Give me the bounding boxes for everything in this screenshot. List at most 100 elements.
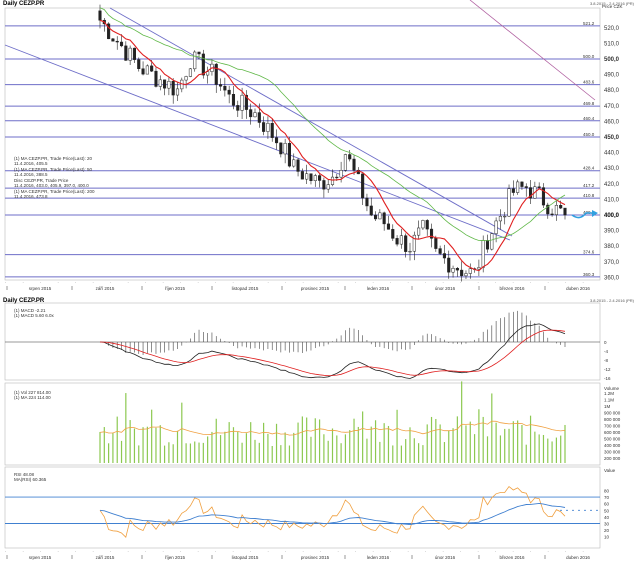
candle xyxy=(326,184,330,190)
day-tick: · xyxy=(163,550,164,554)
price-tick: 480,0 xyxy=(604,88,620,94)
day-tick: · xyxy=(303,550,304,554)
day-tick: · xyxy=(338,281,339,285)
month-label: březen 2016 xyxy=(499,286,525,291)
day-tick: · xyxy=(443,550,444,554)
day-tick: · xyxy=(478,281,479,285)
day-tick: · xyxy=(513,550,514,554)
day-tick: · xyxy=(58,281,59,285)
candle xyxy=(184,76,188,81)
macd-signal-line xyxy=(99,329,566,377)
day-tick: · xyxy=(460,281,461,285)
candle xyxy=(447,257,451,273)
rsi-unit: Value xyxy=(604,468,616,473)
month-label: září 2015 xyxy=(96,555,115,560)
rsi-tick: 50 xyxy=(604,508,610,513)
price-tick: 380,0 xyxy=(604,244,620,250)
day-tick: · xyxy=(93,281,94,285)
candle xyxy=(485,240,490,250)
candle xyxy=(309,173,313,181)
candle xyxy=(477,267,481,270)
volume-tick: 900 000 xyxy=(604,411,621,416)
day-tick: · xyxy=(548,281,549,285)
candle xyxy=(158,79,162,87)
candle xyxy=(193,51,197,70)
candle xyxy=(313,175,317,181)
price-tick: 450,0 xyxy=(604,135,620,141)
candle xyxy=(214,63,218,85)
price-tick: 420,0 xyxy=(604,182,620,188)
candle xyxy=(408,250,412,253)
day-tick: · xyxy=(355,550,356,554)
candle xyxy=(292,159,296,167)
panel-frame-3 xyxy=(4,466,601,549)
candle xyxy=(417,227,421,236)
candle xyxy=(206,71,210,76)
day-tick: · xyxy=(443,281,444,285)
legend-value: 11.4.2016, 388.5 xyxy=(14,172,48,177)
price-tick: 520,0 xyxy=(604,26,620,32)
month-label: únor 2016 xyxy=(435,286,456,291)
day-tick: · xyxy=(23,550,24,554)
candle xyxy=(348,154,352,160)
candle xyxy=(227,89,231,95)
price-tick: 370,0 xyxy=(604,260,620,266)
candle xyxy=(262,122,266,132)
volume-tick: 1.2M xyxy=(604,391,614,396)
candle xyxy=(257,112,261,123)
volume-tick: 400 000 xyxy=(604,443,621,448)
day-tick: · xyxy=(180,281,181,285)
candle xyxy=(300,171,304,180)
hline-label: 521.2 xyxy=(583,21,595,26)
candle xyxy=(395,238,399,245)
trendline xyxy=(4,44,511,241)
candle xyxy=(318,175,322,181)
candle xyxy=(455,268,459,271)
candle xyxy=(111,38,115,42)
day-tick: · xyxy=(565,281,566,285)
month-label: říjen 2015 xyxy=(165,555,186,560)
day-tick: · xyxy=(320,550,321,554)
day-tick: · xyxy=(75,281,76,285)
candle xyxy=(115,40,119,43)
panel2-range: 3.8.2015 - 2.4.2016 (PR) xyxy=(589,298,634,303)
candle xyxy=(249,109,253,118)
day-tick: · xyxy=(40,550,41,554)
candle xyxy=(150,65,154,72)
rsi-tick: 30 xyxy=(604,522,610,527)
hline-label: 374.6 xyxy=(583,250,595,255)
month-label: listopad 2015 xyxy=(232,286,259,291)
candle xyxy=(236,105,240,111)
candle xyxy=(279,142,283,155)
day-tick: · xyxy=(75,550,76,554)
candle xyxy=(550,213,554,215)
day-tick: · xyxy=(513,281,514,285)
rsi-tick: 70 xyxy=(604,495,610,500)
hline-label: 417.2 xyxy=(583,183,595,188)
month-label: březen 2016 xyxy=(499,555,525,560)
candle xyxy=(399,235,403,245)
day-tick: · xyxy=(145,550,146,554)
day-tick: · xyxy=(110,281,111,285)
candle xyxy=(391,229,395,239)
day-tick: · xyxy=(390,281,391,285)
day-tick: · xyxy=(478,550,479,554)
candle xyxy=(132,47,136,60)
day-tick: · xyxy=(145,281,146,285)
candle xyxy=(343,154,347,171)
candle xyxy=(335,176,339,179)
candle xyxy=(322,180,326,190)
volume-tick: 800 000 xyxy=(604,417,621,422)
candle xyxy=(524,186,528,188)
day-tick: · xyxy=(565,550,566,554)
price-tick: 500,0 xyxy=(604,57,620,63)
candle xyxy=(374,214,378,220)
ma50-line xyxy=(99,7,566,242)
day-tick: · xyxy=(373,550,374,554)
candle xyxy=(369,205,373,216)
day-tick: · xyxy=(583,281,584,285)
candle xyxy=(490,233,494,250)
hline-label: 469.8 xyxy=(583,101,595,106)
rsi-legend: MA(RSI) 60.365 xyxy=(14,477,47,482)
legend-value: 11.4.2016, 403.0, 405.9, 397.0, 400.0 xyxy=(14,183,89,188)
